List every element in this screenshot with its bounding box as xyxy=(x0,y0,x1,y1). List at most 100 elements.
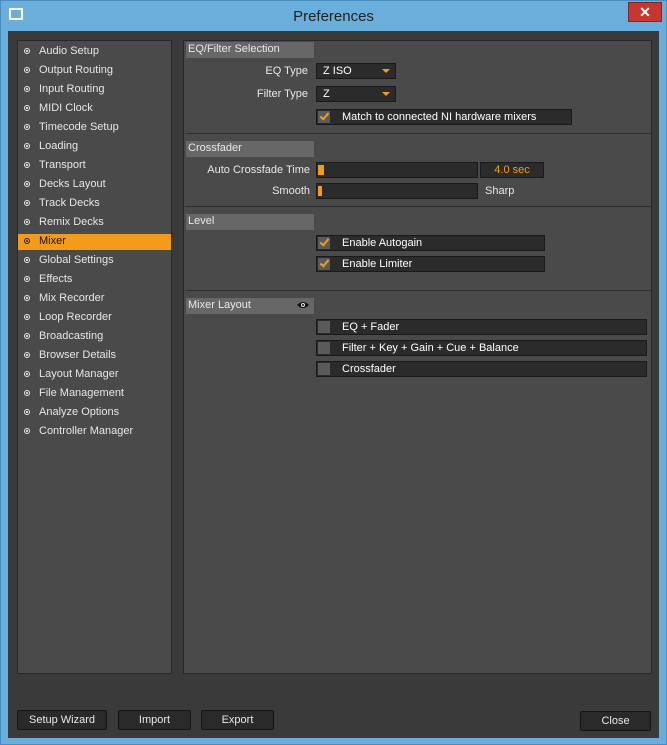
radio-dot-icon xyxy=(24,295,30,301)
filter-type-value: Z xyxy=(323,88,330,100)
eye-icon[interactable] xyxy=(297,301,309,309)
sidebar-item-controller-manager[interactable]: Controller Manager xyxy=(18,424,171,440)
enable-autogain-label: Enable Autogain xyxy=(342,237,423,249)
auto-crossfade-value[interactable]: 4.0 sec xyxy=(480,162,544,178)
sidebar-item-audio-setup[interactable]: Audio Setup xyxy=(18,44,171,60)
section-level: Level xyxy=(186,214,314,230)
smooth-label: Smooth xyxy=(272,185,310,197)
radio-dot-icon xyxy=(24,181,30,187)
title-bar[interactable]: Preferences ✕ xyxy=(1,1,666,32)
sidebar-item-label: Mixer xyxy=(39,235,66,247)
radio-dot-icon xyxy=(24,409,30,415)
radio-dot-icon xyxy=(24,371,30,377)
sharp-label: Sharp xyxy=(485,185,515,197)
radio-dot-icon xyxy=(24,428,30,434)
radio-dot-icon xyxy=(24,86,30,92)
sidebar-item-mix-recorder[interactable]: Mix Recorder xyxy=(18,291,171,307)
sidebar-item-label: Effects xyxy=(39,273,73,285)
auto-crossfade-slider[interactable] xyxy=(316,162,478,178)
window-close-button[interactable]: ✕ xyxy=(628,2,662,22)
divider xyxy=(185,133,651,134)
divider xyxy=(185,206,651,207)
sidebar-item-label: Browser Details xyxy=(39,349,117,361)
sidebar-item-label: Loop Recorder xyxy=(39,311,112,323)
sidebar-item-label: Mix Recorder xyxy=(39,292,105,304)
layout-filter-key-gain-label: Filter + Key + Gain + Cue + Balance xyxy=(342,342,519,354)
sidebar-item-label: Broadcasting xyxy=(39,330,104,342)
sidebar-item-broadcasting[interactable]: Broadcasting xyxy=(18,329,171,345)
sidebar-item-label: Track Decks xyxy=(39,197,100,209)
export-label: Export xyxy=(221,714,254,726)
section-crossfader: Crossfader xyxy=(186,141,314,157)
sidebar-item-output-routing[interactable]: Output Routing xyxy=(18,63,171,79)
close-icon: ✕ xyxy=(639,4,651,20)
close-button[interactable]: Close xyxy=(580,711,651,731)
sidebar-item-label: File Management xyxy=(39,387,124,399)
sidebar-item-global-settings[interactable]: Global Settings xyxy=(18,253,171,269)
radio-dot-icon xyxy=(24,162,30,168)
section-eq-filter: EQ/Filter Selection xyxy=(186,42,314,58)
radio-dot-icon xyxy=(24,238,30,244)
section-title: Crossfader xyxy=(188,142,242,154)
match-ni-mixers-checkbox[interactable]: Match to connected NI hardware mixers xyxy=(316,109,572,125)
crossfader-curve-slider[interactable] xyxy=(316,183,478,199)
layout-eq-fader-label: EQ + Fader xyxy=(342,321,400,333)
sidebar-item-loading[interactable]: Loading xyxy=(18,139,171,155)
sidebar-item-transport[interactable]: Transport xyxy=(18,158,171,174)
sidebar-item-mixer[interactable]: Mixer xyxy=(18,234,171,250)
sidebar-item-track-decks[interactable]: Track Decks xyxy=(18,196,171,212)
radio-dot-icon xyxy=(24,124,30,130)
sidebar-item-effects[interactable]: Effects xyxy=(18,272,171,288)
window-title: Preferences xyxy=(293,8,374,25)
layout-crossfader-checkbox[interactable]: Crossfader xyxy=(316,361,647,377)
sidebar-item-timecode-setup[interactable]: Timecode Setup xyxy=(18,120,171,136)
checkbox-icon xyxy=(318,321,330,333)
radio-dot-icon xyxy=(24,276,30,282)
export-button[interactable]: Export xyxy=(201,710,274,730)
sidebar-item-remix-decks[interactable]: Remix Decks xyxy=(18,215,171,231)
radio-dot-icon xyxy=(24,352,30,358)
radio-dot-icon xyxy=(24,105,30,111)
eq-type-dropdown[interactable]: Z ISO xyxy=(316,63,396,79)
enable-limiter-checkbox[interactable]: Enable Limiter xyxy=(316,256,545,272)
chevron-down-icon xyxy=(382,92,390,96)
section-title: Mixer Layout xyxy=(188,299,251,311)
sidebar-item-file-management[interactable]: File Management xyxy=(18,386,171,402)
sidebar-item-layout-manager[interactable]: Layout Manager xyxy=(18,367,171,383)
radio-dot-icon xyxy=(24,333,30,339)
sidebar-item-label: Remix Decks xyxy=(39,216,104,228)
radio-dot-icon xyxy=(24,390,30,396)
slider-fill xyxy=(318,186,322,196)
sidebar-item-browser-details[interactable]: Browser Details xyxy=(18,348,171,364)
layout-filter-key-gain-checkbox[interactable]: Filter + Key + Gain + Cue + Balance xyxy=(316,340,647,356)
filter-type-dropdown[interactable]: Z xyxy=(316,86,396,102)
radio-dot-icon xyxy=(24,67,30,73)
sidebar-item-label: Input Routing xyxy=(39,83,105,95)
radio-dot-icon xyxy=(24,219,30,225)
sidebar-item-midi-clock[interactable]: MIDI Clock xyxy=(18,101,171,117)
enable-limiter-label: Enable Limiter xyxy=(342,258,413,270)
filter-type-label: Filter Type xyxy=(256,88,308,100)
checkbox-icon xyxy=(318,111,330,123)
layout-eq-fader-checkbox[interactable]: EQ + Fader xyxy=(316,319,647,335)
enable-autogain-checkbox[interactable]: Enable Autogain xyxy=(316,235,545,251)
checkbox-icon xyxy=(318,237,330,249)
setup-wizard-label: Setup Wizard xyxy=(28,714,96,726)
sidebar-item-analyze-options[interactable]: Analyze Options xyxy=(18,405,171,421)
sidebar-item-label: Layout Manager xyxy=(39,368,119,380)
sidebar-item-input-routing[interactable]: Input Routing xyxy=(18,82,171,98)
sidebar-item-label: Transport xyxy=(39,159,86,171)
sidebar-item-label: MIDI Clock xyxy=(39,102,93,114)
import-button[interactable]: Import xyxy=(118,710,191,730)
radio-dot-icon xyxy=(24,200,30,206)
section-title: EQ/Filter Selection xyxy=(188,43,280,55)
setup-wizard-button[interactable]: Setup Wizard xyxy=(17,710,107,730)
checkbox-icon xyxy=(318,258,330,270)
sidebar-item-loop-recorder[interactable]: Loop Recorder xyxy=(18,310,171,326)
sidebar-item-decks-layout[interactable]: Decks Layout xyxy=(18,177,171,193)
auto-crossfade-value-text: 4.0 sec xyxy=(494,164,530,176)
auto-crossfade-label: Auto Crossfade Time xyxy=(207,164,310,176)
radio-dot-icon xyxy=(24,257,30,263)
checkbox-icon xyxy=(318,342,330,354)
checkbox-icon xyxy=(318,363,330,375)
